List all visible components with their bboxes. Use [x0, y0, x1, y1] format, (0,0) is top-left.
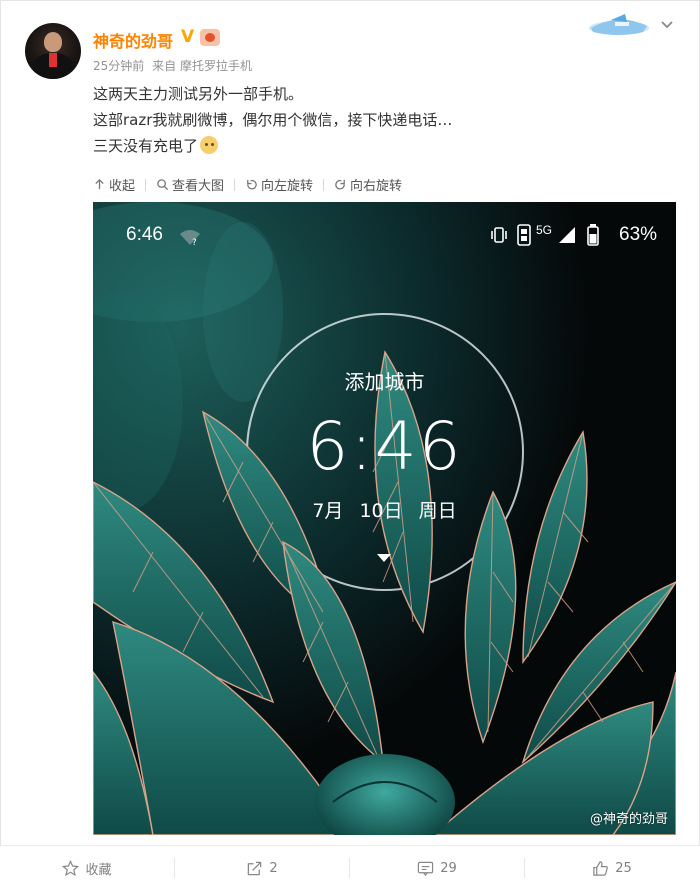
svg-text:?: ?: [192, 238, 197, 246]
source-prefix: 来自: [152, 59, 177, 73]
rotate-left-label: 向左旋转: [261, 179, 314, 194]
network-type: 5G: [536, 223, 553, 237]
rotate-left-button[interactable]: 向左旋转: [245, 175, 313, 194]
collapse-label: 收起: [109, 179, 136, 194]
thumbs-up-icon: [593, 860, 609, 876]
toolbar-divider: [145, 178, 147, 191]
verified-badge-icon: V: [181, 27, 195, 47]
toolbar-divider: [234, 178, 236, 191]
lockscreen-date: 7月 10日 周日: [312, 500, 457, 522]
comment-button[interactable]: 29: [350, 846, 524, 890]
sim-icon: [517, 224, 531, 246]
repost-icon: [248, 861, 262, 875]
favorite-label: 收藏: [85, 862, 112, 878]
image-toolbar: 收起 查看大图 向左旋转 向右旋转: [93, 175, 402, 194]
user-avatar[interactable]: [25, 23, 81, 79]
image-watermark: @神奇的劲哥: [589, 812, 668, 827]
lockscreen-clock: 6:46: [306, 408, 463, 485]
source-device-link[interactable]: 摩托罗拉手机: [180, 59, 252, 73]
fan-level-icon: [200, 29, 220, 46]
like-count: 25: [615, 860, 632, 876]
rotate-right-label: 向右旋转: [350, 179, 403, 194]
repost-button[interactable]: 2: [175, 846, 349, 890]
chevron-down-icon[interactable]: [657, 15, 677, 35]
username-link[interactable]: 神奇的劲哥: [93, 28, 173, 52]
weather-city: 添加城市: [344, 370, 425, 394]
post-meta: 25分钟前 来自 摩托罗拉手机: [93, 57, 252, 74]
view-large-label: 查看大图: [172, 179, 225, 194]
comment-icon: [418, 861, 434, 876]
post-line-last: 三天没有充电了: [93, 133, 452, 159]
expand-arrow-icon: [377, 554, 391, 562]
airship-decoration-icon: [589, 14, 649, 35]
comment-count: 29: [440, 860, 457, 876]
post-time-link[interactable]: 25分钟前: [93, 59, 144, 73]
view-large-button[interactable]: 查看大图: [156, 175, 224, 194]
like-button[interactable]: 25: [525, 846, 699, 890]
favorite-button[interactable]: 收藏: [0, 846, 174, 890]
doge-emoji-icon: [200, 136, 219, 154]
rotate-right-icon: [335, 179, 345, 190]
weibo-post-card: 神奇的劲哥 V 25分钟前 来自 摩托罗拉手机 这两天主力测试另外一部手机。 这…: [0, 0, 700, 846]
collapse-button[interactable]: 收起: [93, 175, 135, 194]
battery-icon: [587, 224, 599, 246]
post-action-bar: 收藏 2 29 25: [0, 845, 700, 890]
repost-count: 2: [269, 860, 278, 876]
battery-percent: 63%: [619, 224, 658, 245]
signal-icon: [559, 227, 575, 243]
post-line: 这部razr我就刷微博，偶尔用个微信，接下快递电话…: [93, 111, 453, 129]
star-icon: [62, 859, 80, 876]
vibrate-icon: [491, 227, 507, 243]
arrow-up-icon: [95, 178, 104, 190]
magnifier-icon: [157, 179, 169, 191]
post-photo[interactable]: 6:46 ? 5G 63% 添加城市 6:46 7月 10日 周日 @神奇的劲哥: [93, 202, 676, 835]
rotate-right-button[interactable]: 向右旋转: [334, 175, 402, 194]
wifi-icon: ?: [180, 230, 200, 246]
post-line: 这两天主力测试另外一部手机。: [93, 85, 304, 103]
post-text: 这两天主力测试另外一部手机。 这部razr我就刷微博，偶尔用个微信，接下快递电话…: [93, 81, 452, 159]
rotate-left-icon: [247, 179, 257, 190]
post-line: 三天没有充电了: [93, 137, 199, 155]
toolbar-divider: [323, 178, 325, 191]
status-time: 6:46: [126, 224, 163, 245]
